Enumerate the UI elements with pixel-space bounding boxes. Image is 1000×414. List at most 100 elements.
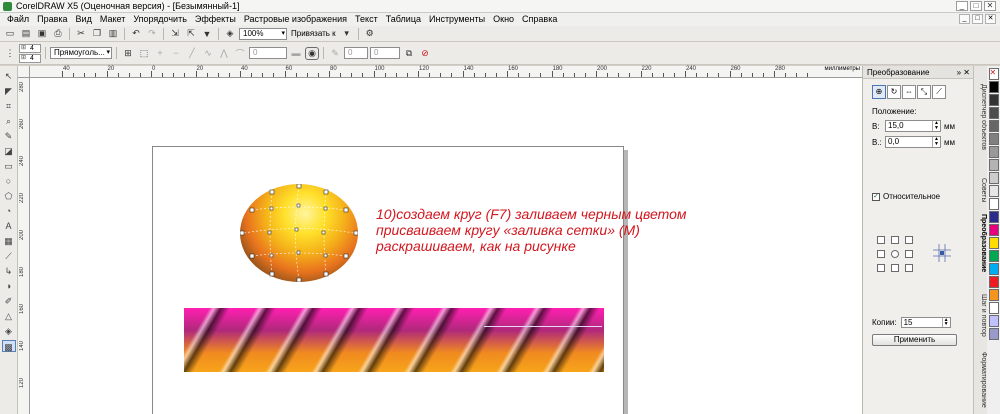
- shape-tool-icon[interactable]: ◤: [2, 85, 16, 97]
- transparency-field[interactable]: 0: [370, 47, 400, 59]
- color-swatch[interactable]: [988, 289, 999, 301]
- color-swatch[interactable]: [988, 198, 999, 210]
- smoothness-field[interactable]: 0: [249, 47, 287, 59]
- smart-fill-icon[interactable]: ◪: [2, 145, 16, 157]
- menu-edit[interactable]: Правка: [33, 13, 71, 26]
- blend-tool-icon[interactable]: ◑: [2, 280, 16, 292]
- cut-icon[interactable]: ✂: [74, 27, 88, 40]
- color-swatch[interactable]: [988, 237, 999, 249]
- smooth-node-icon[interactable]: ⌒: [233, 47, 247, 60]
- rotate-tab-icon[interactable]: ↻: [887, 85, 901, 99]
- menu-layout[interactable]: Макет: [96, 13, 129, 26]
- publish-pdf-icon[interactable]: ▼: [200, 27, 214, 40]
- menu-help[interactable]: Справка: [518, 13, 561, 26]
- mesh-fill-icon[interactable]: ◉: [305, 46, 319, 60]
- add-node-icon[interactable]: +: [153, 47, 167, 60]
- anchor-top-center[interactable]: [891, 236, 899, 244]
- rectangle-tool-icon[interactable]: ▭: [2, 160, 16, 172]
- color-swatch[interactable]: [988, 328, 999, 340]
- undo-icon[interactable]: ↶: [129, 27, 143, 40]
- curve-segment-icon[interactable]: ∿: [201, 47, 215, 60]
- dock-tab-step-repeat[interactable]: Шаг и повтор: [975, 294, 987, 337]
- connector-tool-icon[interactable]: ↳: [2, 265, 16, 277]
- vertical-ruler[interactable]: 280 260 240 220 200 180 160 140 120: [18, 78, 30, 414]
- polygon-tool-icon[interactable]: ⬠: [2, 190, 16, 202]
- outline-tool-icon[interactable]: △: [2, 310, 16, 322]
- anchor-bottom-left[interactable]: [877, 264, 885, 272]
- clear-mesh-icon[interactable]: ⊘: [418, 47, 432, 60]
- color-swatch[interactable]: [988, 120, 999, 132]
- doc-close-button[interactable]: ✕: [985, 14, 996, 24]
- color-swatch[interactable]: [988, 133, 999, 145]
- menu-view[interactable]: Вид: [72, 13, 96, 26]
- apply-button[interactable]: Применить: [872, 334, 957, 346]
- new-document-icon[interactable]: ▭: [3, 27, 17, 40]
- skew-tab-icon[interactable]: ⟋: [932, 85, 946, 99]
- crop-tool-icon[interactable]: ⌗: [2, 100, 16, 112]
- anchor-middle-right[interactable]: [905, 250, 913, 258]
- snap-to-dropdown[interactable]: Привязать к: [289, 29, 338, 38]
- menu-bitmaps[interactable]: Растровые изображения: [240, 13, 351, 26]
- import-icon[interactable]: ⇲: [168, 27, 182, 40]
- options-gear-icon[interactable]: ⚙: [363, 27, 377, 40]
- relative-checkbox[interactable]: ✓: [872, 192, 880, 201]
- menu-text[interactable]: Текст: [351, 13, 382, 26]
- ruler-origin[interactable]: [18, 66, 30, 78]
- color-swatch[interactable]: [988, 159, 999, 171]
- select-nodes-icon[interactable]: ⬚: [137, 47, 151, 60]
- color-field[interactable]: 0: [344, 47, 368, 59]
- position-tab-icon[interactable]: ⊕: [872, 85, 886, 99]
- scale-mirror-tab-icon[interactable]: ⇔: [902, 85, 916, 99]
- width-spinner[interactable]: 4: [19, 43, 41, 53]
- minimize-button[interactable]: _: [956, 1, 968, 11]
- dock-tab-hints[interactable]: Советы: [975, 178, 987, 203]
- menu-tools[interactable]: Инструменты: [425, 13, 489, 26]
- menu-effects[interactable]: Эффекты: [191, 13, 240, 26]
- horizontal-ruler[interactable]: миллиметры 40 20 0 20 40 60 80 100 120 140 160 180 2…: [30, 66, 862, 78]
- zoom-level-combo[interactable]: 100% ▾: [239, 27, 287, 40]
- color-swatch[interactable]: [988, 315, 999, 327]
- menu-file[interactable]: Файл: [3, 13, 33, 26]
- anchor-top-left[interactable]: [877, 236, 885, 244]
- size-tab-icon[interactable]: ⤡: [917, 85, 931, 99]
- color-swatch[interactable]: [988, 146, 999, 158]
- print-icon[interactable]: ⎙: [51, 27, 65, 40]
- text-tool-icon[interactable]: A: [2, 220, 16, 232]
- zoom-tool-icon[interactable]: ⌕: [2, 115, 16, 127]
- color-swatch[interactable]: [988, 250, 999, 262]
- dock-tab-transformation[interactable]: Преобразование: [975, 214, 987, 272]
- copy-icon[interactable]: ❐: [90, 27, 104, 40]
- pick-tool-icon[interactable]: ↖: [2, 70, 16, 82]
- color-swatch[interactable]: [988, 172, 999, 184]
- delete-node-icon[interactable]: −: [169, 47, 183, 60]
- color-swatch[interactable]: [988, 107, 999, 119]
- anchor-bottom-center[interactable]: [891, 264, 899, 272]
- menu-table[interactable]: Таблица: [382, 13, 425, 26]
- color-swatch[interactable]: [988, 276, 999, 288]
- redo-icon[interactable]: ↷: [145, 27, 159, 40]
- no-color-swatch[interactable]: [988, 68, 999, 80]
- dock-tab-formatting[interactable]: Форматирование: [975, 352, 987, 408]
- horizontal-position-input[interactable]: 15,0 ▲ ▼: [885, 120, 941, 132]
- vertical-position-input[interactable]: 0,0 ▲ ▼: [885, 136, 941, 148]
- dock-tab-object-manager[interactable]: Диспетчер объектов: [975, 84, 987, 150]
- basic-shapes-icon[interactable]: ◔: [2, 205, 16, 217]
- copy-mesh-icon[interactable]: ⧉: [402, 47, 416, 60]
- table-tool-icon[interactable]: ▦: [2, 235, 16, 247]
- mesh-fill-tool-icon[interactable]: ▩: [1, 340, 16, 352]
- line-segment-icon[interactable]: ╱: [185, 47, 199, 60]
- anchor-middle-left[interactable]: [877, 250, 885, 258]
- menu-window[interactable]: Окно: [489, 13, 518, 26]
- menu-arrange[interactable]: Упорядочить: [129, 13, 191, 26]
- anchor-top-right[interactable]: [905, 236, 913, 244]
- app-launcher-icon[interactable]: ◈: [223, 27, 237, 40]
- ellipse-tool-icon[interactable]: ○: [2, 175, 16, 187]
- slider-icon[interactable]: ▬: [289, 47, 303, 60]
- shape-type-combo[interactable]: Прямоуголь... ▾: [50, 47, 112, 59]
- color-swatch[interactable]: [988, 211, 999, 223]
- color-swatch[interactable]: [988, 81, 999, 93]
- doc-minimize-button[interactable]: _: [959, 14, 970, 24]
- color-swatch[interactable]: [988, 185, 999, 197]
- paste-icon[interactable]: ▥: [106, 27, 120, 40]
- doc-restore-button[interactable]: □: [972, 14, 983, 24]
